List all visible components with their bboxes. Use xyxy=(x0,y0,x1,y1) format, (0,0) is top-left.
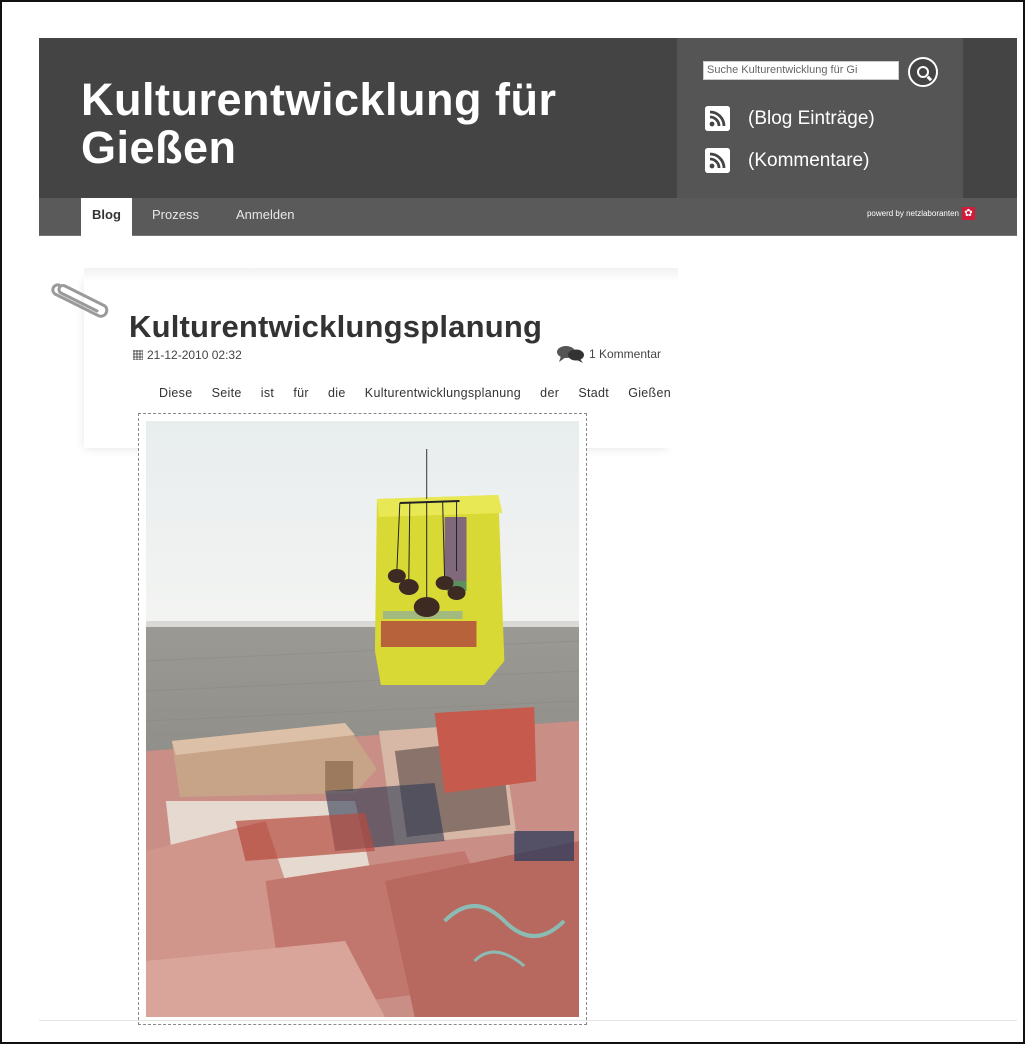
calendar-icon xyxy=(133,350,143,360)
feed-label: (Kommentare) xyxy=(748,149,870,171)
post-date: 21-12-2010 02:32 xyxy=(147,348,242,362)
browser-frame: Kulturentwicklung für Gießen Suche Kultu… xyxy=(0,0,1025,1044)
paperclip-icon xyxy=(51,283,109,318)
powered-by[interactable]: powerd by netzlaboranten ✿ xyxy=(867,207,975,220)
main-nav: Blog Prozess Anmelden powerd by netzlabo… xyxy=(39,198,1017,236)
site-title[interactable]: Kulturentwicklung für Gießen xyxy=(81,76,641,172)
search-button[interactable] xyxy=(908,57,938,87)
feed-label: (Blog Einträge) xyxy=(748,107,875,129)
site-header: Kulturentwicklung für Gießen Suche Kultu… xyxy=(39,38,1017,234)
artwork-photo xyxy=(145,421,580,1017)
search-input[interactable]: Suche Kulturentwicklung für Gi xyxy=(703,61,899,80)
powered-by-label: powerd by netzlaboranten xyxy=(866,209,959,218)
comments-count: 1 Kommentar xyxy=(589,347,662,361)
feed-link-blog-entries[interactable]: (Blog Einträge) xyxy=(705,106,875,131)
post-image xyxy=(138,413,587,1025)
post-body: Diese Seite ist für die Kulturentwicklun… xyxy=(159,386,671,400)
nav-item-prozess[interactable]: Prozess xyxy=(141,198,210,236)
nav-item-blog[interactable]: Blog xyxy=(81,198,132,236)
feed-link-comments[interactable]: (Kommentare) xyxy=(705,148,869,173)
netzlaboranten-logo-icon: ✿ xyxy=(962,207,975,220)
rss-icon xyxy=(705,106,730,131)
footer-divider xyxy=(39,1020,1017,1021)
rss-icon xyxy=(705,148,730,173)
search-icon xyxy=(917,66,929,78)
post-title[interactable]: Kulturentwicklungsplanung xyxy=(129,309,542,345)
nav-item-anmelden[interactable]: Anmelden xyxy=(225,198,306,236)
comments-icon xyxy=(557,346,584,363)
post-meta: 21-12-2010 02:32 xyxy=(133,348,242,362)
comments-link[interactable]: 1 Kommentar xyxy=(555,344,661,364)
